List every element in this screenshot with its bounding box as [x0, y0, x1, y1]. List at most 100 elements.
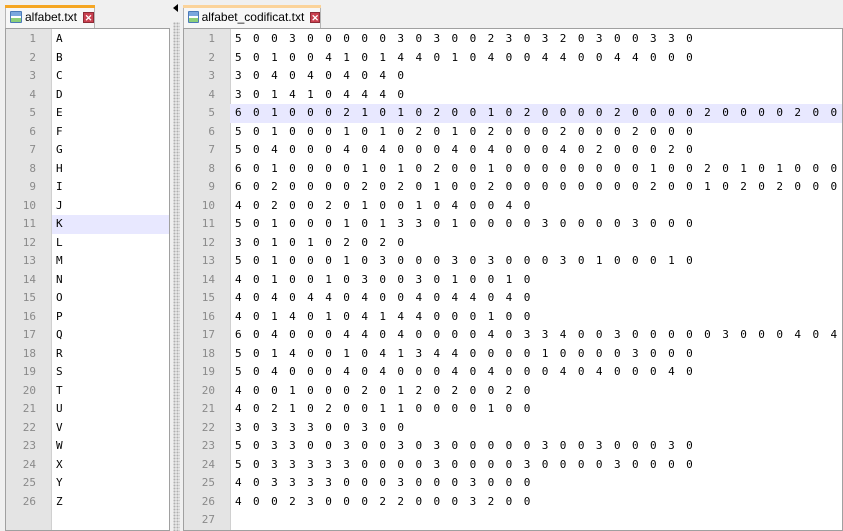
- line-number: 9: [29, 180, 36, 193]
- editor-line[interactable]: 9I: [6, 178, 169, 197]
- active-tab-indicator: [183, 5, 321, 8]
- line-text: M: [56, 254, 63, 267]
- line-number: 14: [201, 272, 215, 286]
- editor-line[interactable]: 14 4 0 1 0 0 1 0 3 0 0 3 0 1 0 0 1 0: [184, 271, 842, 290]
- line-number: 2: [29, 50, 36, 64]
- editor-line[interactable]: 15 O: [6, 289, 169, 308]
- line-text: 6 0 1 0 0 0 2 1 0 1 0 2 0 0 1 0 2 0 0 0 …: [235, 106, 843, 119]
- editor-line[interactable]: 10 J: [6, 197, 169, 216]
- line-number: 7: [29, 143, 36, 156]
- line-number: 19: [201, 365, 215, 378]
- editor-line[interactable]: 10 4 0 2 0 0 2 0 1 0 0 1 0 4 0 0 4 0: [184, 197, 842, 216]
- editor-line[interactable]: 12 L: [6, 234, 169, 253]
- editor-line[interactable]: 22 V: [6, 419, 169, 438]
- editor-line[interactable]: 23 W: [6, 437, 169, 456]
- line-number: 1: [208, 32, 215, 45]
- left-editor[interactable]: 1 A 2 B 3 C 4 D 5 E 6 F 7 G 8 H 9 I 10 J 11 K 12 L 13 M 14 N 15 O 16 P 1…: [5, 28, 170, 531]
- editor-line[interactable]: 5E: [6, 104, 169, 123]
- move-left-arrow-icon[interactable]: [173, 4, 178, 12]
- editor-line[interactable]: 20 4 0 0 1 0 0 0 2 0 1 2 0 2 0 0 2 0: [184, 382, 842, 401]
- editor-line[interactable]: 3C: [6, 67, 169, 86]
- line-text: 4 0 2 0 0 2 0 1 0 0 1 0 4 0 0 4 0: [235, 198, 533, 212]
- editor-line[interactable]: 25 4 0 3 3 3 3 0 0 0 3 0 0 0 3 0 0 0: [184, 474, 842, 493]
- line-number: 13: [22, 254, 36, 267]
- editor-line[interactable]: 11 5 0 1 0 0 0 1 0 1 3 3 0 1 0 0 0 0 3 0 …: [184, 215, 842, 234]
- editor-line[interactable]: 27: [184, 511, 842, 530]
- line-number: 18: [22, 346, 36, 360]
- splitter-grip[interactable]: [173, 22, 180, 531]
- editor-line[interactable]: 18 5 0 1 4 0 0 1 0 4 1 3 4 4 0 0 0 0 1 0 …: [184, 345, 842, 364]
- line-text: D: [56, 87, 63, 101]
- editor-line[interactable]: 21 4 0 2 1 0 2 0 0 1 1 0 0 0 0 1 0 0: [184, 400, 842, 419]
- editor-line[interactable]: 11 K: [23, 215, 169, 234]
- view-splitter[interactable]: [170, 0, 183, 531]
- line-number: 14: [22, 272, 36, 286]
- editor-line[interactable]: 14 N: [6, 271, 169, 290]
- line-text: 4 0 3 3 3 3 0 0 0 3 0 0 0 3 0 0 0: [235, 476, 533, 489]
- editor-line[interactable]: 16 P: [6, 308, 169, 327]
- editor-line[interactable]: 4 3 0 1 4 1 0 4 4 4 0: [184, 86, 842, 105]
- tab-label: alfabet.txt: [24, 10, 78, 24]
- editor-line[interactable]: 24 X: [6, 456, 169, 475]
- editor-line[interactable]: 17 6 0 4 0 0 0 4 4 0 4 0 0 0 0 4 0 3 3 4 …: [184, 326, 842, 345]
- editor-line[interactable]: 2B: [6, 49, 169, 68]
- line-number: 18: [201, 346, 215, 360]
- line-number: 11: [201, 217, 215, 230]
- editor-line[interactable]: 6F: [6, 123, 169, 142]
- editor-line[interactable]: 23 5 0 3 3 0 0 3 0 0 3 0 3 0 0 0 0 0 3 0 …: [184, 437, 842, 456]
- editor-line[interactable]: 13 5 0 1 0 0 0 1 0 3 0 0 0 3 0 3 0 0 0 3 …: [184, 252, 842, 271]
- line-text: 3 0 1 4 1 0 4 4 4 0: [235, 87, 407, 101]
- line-number: 22: [22, 420, 36, 434]
- editor-line[interactable]: 7G: [6, 141, 169, 160]
- editor-line[interactable]: 1A: [6, 30, 169, 49]
- line-text: 5 0 1 4 0 0 1 0 4 1 3 4 4 0 0 0 0 1 0 0 …: [235, 346, 696, 360]
- editor-line[interactable]: 18 R: [6, 345, 169, 364]
- editor-line[interactable]: 12 3 0 1 0 1 0 2 0 2 0: [184, 234, 842, 253]
- editor-line[interactable]: 2 5 0 1 0 0 4 1 0 1 4 4 0 1 0 4 0 0 4 4 0…: [184, 49, 842, 68]
- editor-line[interactable]: 25 Y: [6, 474, 169, 493]
- line-text: O: [56, 291, 63, 304]
- line-number: 12: [22, 235, 36, 249]
- editor-line[interactable]: 24 5 0 3 3 3 3 3 0 0 0 0 3 0 0 0 0 3 0 0 …: [184, 456, 842, 475]
- line-text: E: [56, 106, 63, 119]
- line-text: 5 0 0 3 0 0 0 0 0 3 0 3 0 0 2 3 0 3 2 0 …: [235, 32, 696, 45]
- editor-line[interactable]: 16 4 0 1 4 0 1 0 4 1 4 4 0 0 0 1 0 0: [184, 308, 842, 327]
- editor-line[interactable]: 4D: [6, 86, 169, 105]
- editor-line[interactable]: 17 Q: [6, 326, 169, 345]
- close-icon[interactable]: ✕: [310, 11, 320, 23]
- editor-line[interactable]: 19 S: [6, 363, 169, 382]
- line-text: R: [56, 346, 63, 360]
- close-icon[interactable]: ✕: [83, 11, 94, 23]
- line-number: 20: [22, 383, 36, 397]
- line-text: C: [56, 69, 63, 82]
- editor-line[interactable]: 9 6 0 2 0 0 0 0 2 0 2 0 1 0 0 2 0 0 0 0 0…: [184, 178, 842, 197]
- line-number: 8: [208, 161, 215, 175]
- editor-line[interactable]: 5 6 0 1 0 0 0 2 1 0 1 0 2 0 0 1 0 2 0 0 0…: [208, 104, 843, 123]
- tab-alfabet[interactable]: alfabet.txt ✕: [5, 5, 95, 28]
- tab-alfabet-codificat[interactable]: alfabet_codificat.txt ✕: [183, 5, 321, 28]
- line-text: 5 0 4 0 0 0 4 0 4 0 0 0 4 0 4 0 0 0 4 0 …: [235, 143, 696, 156]
- editor-line[interactable]: 1 5 0 0 3 0 0 0 0 0 3 0 3 0 0 2 3 0 3 2 0…: [184, 30, 842, 49]
- editor-line[interactable]: 20 T: [6, 382, 169, 401]
- line-text: 6 0 1 0 0 0 0 1 0 1 0 2 0 0 1 0 0 0 0 0 …: [235, 161, 843, 175]
- editor-line[interactable]: 19 5 0 4 0 0 0 4 0 4 0 0 0 4 0 4 0 0 0 4 …: [184, 363, 842, 382]
- editor-line[interactable]: 21 U: [6, 400, 169, 419]
- editor-line[interactable]: 6 5 0 1 0 0 0 1 0 1 0 2 0 1 0 2 0 0 0 2 0…: [184, 123, 842, 142]
- editor-line[interactable]: 15 4 0 4 0 4 4 0 4 0 0 4 0 4 4 0 4 0: [184, 289, 842, 308]
- line-number: 9: [208, 180, 215, 193]
- editor-line[interactable]: 3 3 0 4 0 4 0 4 0 4 0: [184, 67, 842, 86]
- line-number: 21: [201, 402, 215, 415]
- editor-line[interactable]: 8H: [6, 160, 169, 179]
- line-number: 25: [22, 476, 36, 489]
- editor-line[interactable]: 26 Z: [6, 493, 169, 512]
- line-text: W: [56, 439, 63, 452]
- right-editor[interactable]: 1 5 0 0 3 0 0 0 0 0 3 0 3 0 0 2 3 0 3 2 0…: [183, 28, 843, 531]
- editor-line[interactable]: 26 4 0 0 2 3 0 0 0 2 2 0 0 0 3 2 0 0: [184, 493, 842, 512]
- line-number: 16: [201, 309, 215, 323]
- line-text: 6 0 2 0 0 0 0 2 0 2 0 1 0 0 2 0 0 0 0 0 …: [235, 180, 843, 193]
- editor-line[interactable]: 13 M: [6, 252, 169, 271]
- tab-label: alfabet_codificat.txt: [201, 10, 305, 24]
- editor-line[interactable]: 8 6 0 1 0 0 0 0 1 0 1 0 2 0 0 1 0 0 0 0 0…: [184, 160, 842, 179]
- editor-line[interactable]: 7 5 0 4 0 0 0 4 0 4 0 0 0 4 0 4 0 0 0 4 0…: [184, 141, 842, 160]
- editor-line[interactable]: 22 3 0 3 3 3 0 0 3 0 0: [184, 419, 842, 438]
